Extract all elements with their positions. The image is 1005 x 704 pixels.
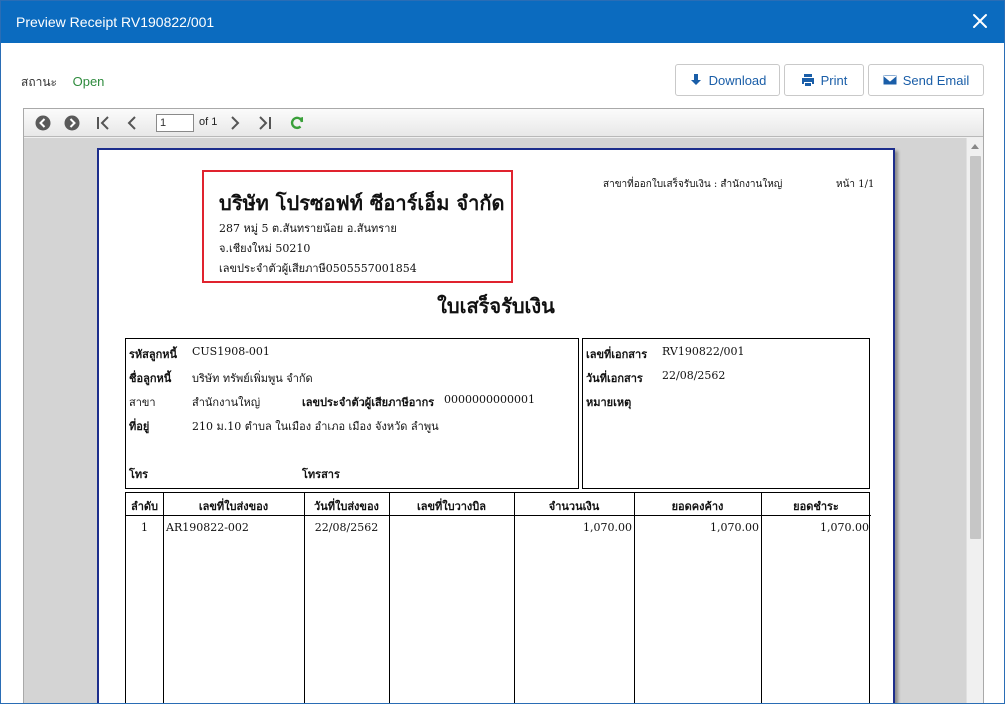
forward-icon[interactable]: [63, 114, 81, 132]
customer-tax-label: เลขประจำตัวผู้เสียภาษีอากร: [302, 396, 435, 409]
scrollbar-thumb[interactable]: [970, 156, 981, 539]
status-label: สถานะ: [21, 75, 57, 89]
next-page-icon[interactable]: [226, 114, 244, 132]
customer-branch-value: สำนักงานใหญ่: [192, 396, 261, 409]
doc-no-value: RV190822/001: [662, 345, 745, 358]
first-page-icon[interactable]: [95, 114, 113, 132]
status-value: Open: [72, 74, 105, 89]
report-canvas[interactable]: บริษัท โปรซอฟท์ ซีอาร์เอ็ม จำกัด 287 หมู…: [24, 138, 966, 703]
doc-date-value: 22/08/2562: [662, 369, 726, 382]
document-title: ใบเสร็จรับเงิน: [437, 294, 555, 318]
col-header-paid: ยอดชำระ: [793, 500, 839, 513]
company-address-2: จ.เชียงใหม่ 50210: [219, 242, 311, 255]
table-cell-paid: 1,070.00: [820, 521, 869, 534]
scroll-up-icon[interactable]: [971, 144, 979, 149]
col-header-billing-no: เลขที่ใบวางบิล: [416, 500, 487, 513]
company-name: บริษัท โปรซอฟท์ ซีอาร์เอ็ม จำกัด: [219, 191, 505, 215]
download-icon: [690, 74, 701, 85]
vertical-scrollbar[interactable]: [966, 138, 983, 703]
company-tax-id: เลขประจำตัวผู้เสียภาษี0505557001854: [219, 262, 417, 275]
issuing-branch: สาขาที่ออกใบเสร็จรับเงิน : สำนักงานใหญ่: [603, 179, 783, 190]
doc-date-label: วันที่เอกสาร: [586, 372, 643, 385]
items-table: ลำดับ เลขที่ใบส่งของ วันที่ใบส่งของ เลขท…: [125, 492, 871, 703]
customer-code-label: รหัสลูกหนี้: [129, 348, 178, 361]
col-header-amount: จำนวนเงิน: [548, 500, 600, 513]
col-divider: [389, 493, 390, 703]
customer-address-label: ที่อยู่: [129, 420, 150, 433]
table-cell-amount: 1,070.00: [583, 521, 632, 534]
print-icon: [801, 74, 814, 86]
back-icon[interactable]: [34, 114, 52, 132]
table-cell-invoice-no: AR190822-002: [166, 521, 249, 534]
viewer-toolbar: of 1: [24, 109, 983, 137]
customer-branch-label: สาขา: [129, 396, 156, 409]
table-cell-outstanding: 1,070.00: [710, 521, 759, 534]
doc-no-label: เลขที่เอกสาร: [586, 348, 648, 361]
page-number-input[interactable]: [156, 114, 194, 132]
prev-page-icon[interactable]: [123, 114, 141, 132]
download-button[interactable]: Download: [675, 64, 780, 96]
print-label: Print: [820, 72, 848, 88]
customer-name-label: ชื่อลูกหนี้: [129, 372, 172, 385]
receipt-page: บริษัท โปรซอฟท์ ซีอาร์เอ็ม จำกัด 287 หมู…: [97, 148, 895, 703]
table-cell-seq: 1: [141, 521, 148, 534]
close-icon[interactable]: [970, 11, 990, 31]
customer-fax-label: โทรสาร: [302, 468, 340, 481]
preview-dialog: Preview Receipt RV190822/001 สถานะ Open …: [0, 0, 1005, 704]
company-header-box: บริษัท โปรซอฟท์ ซีอาร์เอ็ม จำกัด 287 หมู…: [202, 170, 513, 283]
customer-tax-value: 0000000000001: [444, 393, 535, 406]
report-viewer: of 1 บริษัท โปรซอฟท์ ซีอาร์เอ็ม จำกัด 28…: [23, 108, 984, 703]
customer-name-value: บริษัท ทรัพย์เพิ่มพูน จำกัด: [192, 372, 313, 385]
send-email-button[interactable]: Send Email: [868, 64, 984, 96]
page-count: of 1: [199, 116, 218, 128]
col-divider: [163, 493, 164, 703]
company-address-1: 287 หมู่ 5 ต.สันทรายน้อย อ.สันทราย: [219, 222, 397, 235]
col-header-invoice-no: เลขที่ใบส่งของ: [198, 500, 269, 513]
customer-address-value: 210 ม.10 ตำบล ในเมือง อำเภอ เมือง จังหวั…: [192, 420, 439, 433]
document-info-box: เลขที่เอกสาร RV190822/001 วันที่เอกสาร 2…: [582, 338, 870, 489]
col-header-outstanding: ยอดคงค้าง: [671, 500, 724, 513]
table-header-divider: [126, 515, 871, 516]
download-label: Download: [708, 72, 767, 88]
remark-label: หมายเหตุ: [586, 396, 632, 409]
customer-tel-label: โทร: [129, 468, 149, 481]
col-header-invoice-date: วันที่ใบส่งของ: [314, 500, 379, 513]
customer-info-box: รหัสลูกหนี้ CUS1908-001 ชื่อลูกหนี้ บริษ…: [125, 338, 579, 489]
dialog-title: Preview Receipt RV190822/001: [16, 14, 215, 30]
refresh-icon[interactable]: [288, 114, 306, 132]
print-button[interactable]: Print: [784, 64, 864, 96]
page-indicator: หน้า 1/1: [836, 179, 875, 190]
col-header-seq: ลำดับ: [130, 500, 159, 513]
send-email-label: Send Email: [902, 72, 970, 88]
last-page-icon[interactable]: [255, 114, 273, 132]
dialog-titlebar: Preview Receipt RV190822/001: [1, 1, 1004, 43]
envelope-icon: [882, 74, 897, 86]
table-cell-invoice-date: 22/08/2562: [314, 521, 379, 534]
status-row: สถานะ Open: [21, 73, 104, 92]
customer-code-value: CUS1908-001: [192, 345, 270, 358]
